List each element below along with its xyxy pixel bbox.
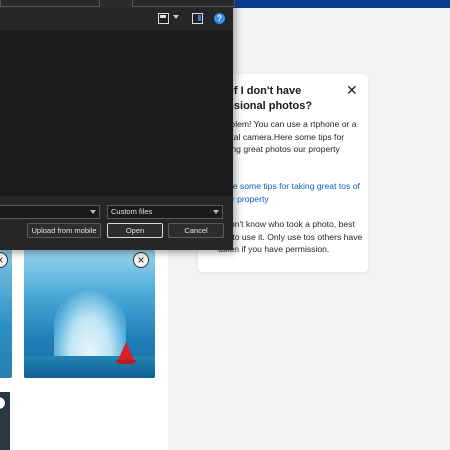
preview-pane-icon[interactable] <box>192 13 203 24</box>
remove-icon: × <box>0 253 4 267</box>
photo-permission-note: u don't know who took a photo, best not … <box>218 219 363 254</box>
photo-thumbnail-2[interactable] <box>24 250 155 378</box>
help-icon[interactable]: ? <box>214 13 225 24</box>
cancel-button[interactable]: Cancel <box>168 223 224 238</box>
view-icon[interactable] <box>158 13 169 24</box>
chevron-down-icon <box>90 210 96 214</box>
dialog-address-bar <box>0 0 235 8</box>
photo-thumbnail-1[interactable] <box>0 250 12 378</box>
upload-from-mobile-button[interactable]: Upload from mobile <box>27 223 101 238</box>
sailboat-sail-shape <box>118 342 134 360</box>
sailboat-hull-shape <box>116 360 136 364</box>
tips-body-text: problem! You can use a rtphone or a digi… <box>218 119 357 154</box>
file-type-select[interactable]: Custom files <box>107 205 223 219</box>
file-name-input[interactable] <box>0 205 100 219</box>
close-icon[interactable]: ✕ <box>346 83 358 97</box>
remove-icon: × <box>137 253 145 267</box>
remove-photo-2-button[interactable]: × <box>133 252 149 268</box>
file-type-value: Custom files <box>111 207 153 216</box>
tips-title: at if I don't have fessional photos? <box>218 85 313 112</box>
file-open-dialog: ? Custom files Upload from mobile Open C… <box>0 0 235 250</box>
address-field[interactable] <box>0 0 100 7</box>
search-field[interactable] <box>132 0 235 7</box>
photo-tips-link[interactable]: e are some tips for taking great tos of … <box>218 180 366 205</box>
open-button[interactable]: Open <box>107 223 163 238</box>
file-list-area[interactable] <box>0 30 233 196</box>
chevron-down-icon <box>213 210 219 214</box>
chevron-down-icon[interactable] <box>173 15 179 19</box>
